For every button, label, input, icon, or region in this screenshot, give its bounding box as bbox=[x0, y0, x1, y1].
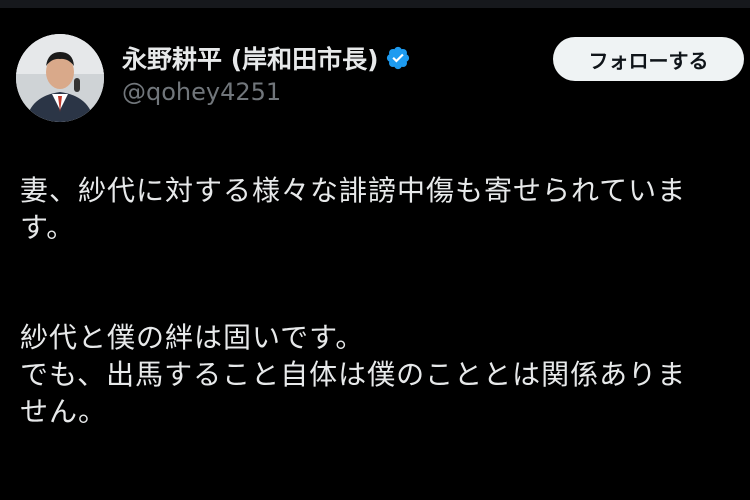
profile-photo bbox=[16, 34, 104, 122]
post-line: 紗代と僕の絆は固いです。 bbox=[20, 321, 365, 354]
name-row: 永野耕平 (岸和田市長) bbox=[122, 40, 411, 76]
handle[interactable]: @qohey4251 bbox=[122, 78, 411, 106]
post-text: 妻、紗代に対する様々な誹謗中傷も寄せられていま す。 紗代と僕の絆は固いです。 … bbox=[20, 172, 745, 430]
post-line: 妻、紗代に対する様々な誹謗中傷も寄せられていま bbox=[20, 174, 687, 207]
follow-button[interactable]: フォローする bbox=[553, 37, 744, 81]
display-name[interactable]: 永野耕平 (岸和田市長) bbox=[122, 40, 379, 76]
author-header: 永野耕平 (岸和田市長) @qohey4251 bbox=[122, 40, 411, 106]
post-line: す。 bbox=[20, 211, 76, 244]
top-divider bbox=[0, 0, 750, 8]
verified-badge-icon bbox=[385, 45, 411, 71]
post-line: でも、出馬すること自体は僕のこととは関係ありま bbox=[20, 358, 687, 391]
post-line: せん。 bbox=[20, 395, 108, 428]
avatar[interactable] bbox=[16, 34, 104, 122]
